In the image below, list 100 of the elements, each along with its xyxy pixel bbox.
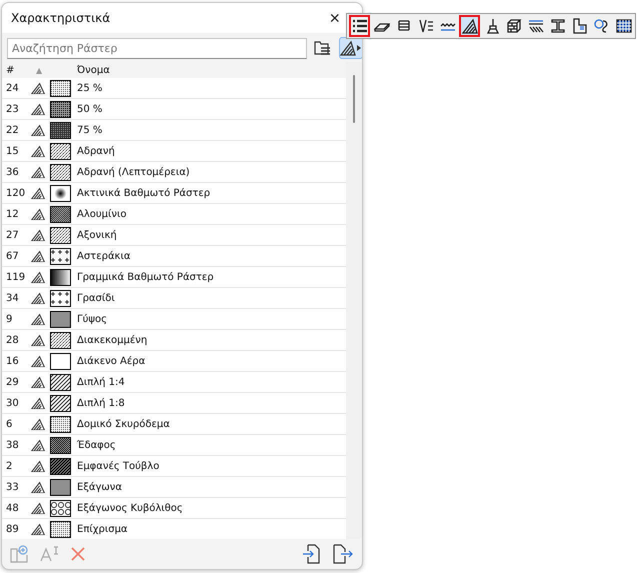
- name-cell-text: 75 %: [76, 124, 104, 136]
- hatch-icon: [30, 166, 46, 178]
- number-cell-text: 28: [5, 334, 20, 346]
- name-cell-text: Αδρανή: [76, 146, 116, 156]
- name-cell-text: Διπλή 1:8: [76, 398, 126, 408]
- table-row[interactable]: 22 75 %: [2, 120, 346, 141]
- hatch-icon: [30, 250, 46, 262]
- table-row[interactable]: 120 Ακτινικά Βαθμωτό Ράστερ: [2, 183, 346, 204]
- number-cell-text: 9: [5, 314, 14, 324]
- hatch-icon: [462, 18, 478, 34]
- hatch-icon: [30, 396, 46, 410]
- search-field[interactable]: Αναζήτηση Ράστερ: [7, 38, 307, 58]
- profile-icon: [572, 18, 588, 34]
- table-row[interactable]: 6 Δομικό Σκυρόδεμα: [2, 414, 346, 435]
- hatch-menu-button[interactable]: [339, 37, 362, 59]
- hatch-icon: [30, 102, 46, 116]
- table-row[interactable]: 9 Γύψος: [2, 309, 346, 330]
- panel-title: Χαρακτηριστικά: [11, 11, 110, 25]
- stripes-icon: [528, 18, 544, 34]
- name-cell-text: Διάκενο Αέρα: [76, 356, 146, 366]
- name-cell-text: Διπλή 1:4: [76, 376, 126, 388]
- toolbar-button[interactable]: [459, 15, 480, 37]
- number-cell-text: 12: [5, 208, 20, 220]
- table-row[interactable]: 12 Αλουμίνιο: [2, 204, 346, 225]
- number-cell-text: 89: [5, 524, 20, 534]
- table-row[interactable]: 48 Εξάγωνος Κυβόλιθος: [2, 498, 346, 519]
- table-row[interactable]: 28 Διακεκομμένη: [2, 330, 346, 351]
- close-button[interactable]: ×: [329, 9, 340, 27]
- name-cell-text: Εξάγωνα: [76, 482, 123, 492]
- table-row[interactable]: 119 Γραμμικά Βαθμωτό Ράστερ: [2, 267, 346, 288]
- table-row[interactable]: 23 50 %: [2, 99, 346, 120]
- number-cell-text: 36: [5, 166, 20, 178]
- hatch-icon: [30, 208, 46, 220]
- number-cell-text: 22: [5, 124, 20, 136]
- import-button[interactable]: [302, 544, 322, 564]
- table-row[interactable]: 36 Αδρανή (Λεπτομέρεια): [2, 162, 346, 183]
- hatch-icon: [30, 124, 46, 136]
- scroll-thumb[interactable]: [353, 75, 355, 123]
- hatch-icon: [30, 480, 46, 494]
- hatch-icon: [30, 438, 46, 452]
- number-cell-text: 29: [5, 376, 20, 388]
- brick-icon: [506, 18, 522, 34]
- table-row[interactable]: 2 Εμφανές Τούβλο: [2, 456, 346, 477]
- table-row[interactable]: 16 Διάκενο Αέρα: [2, 351, 346, 372]
- name-cell-text: 25 %: [76, 82, 104, 94]
- number-cell-text: 24: [5, 82, 20, 94]
- name-cell-text: Αδρανή (Λεπτομέρεια): [76, 166, 191, 178]
- name-cell-text: 50 %: [76, 104, 104, 114]
- name-cell-text: Γραμμικά Βαθμωτό Ράστερ: [76, 272, 215, 282]
- grid-icon: [616, 18, 632, 34]
- export-button[interactable]: [332, 544, 354, 564]
- number-cell-text: 27: [5, 230, 20, 240]
- name-cell-text: Αξονική: [76, 230, 118, 240]
- hatch-icon: [30, 144, 46, 158]
- column-header[interactable]: Όνομα: [74, 64, 346, 76]
- table-row[interactable]: 38 Έδαφος: [2, 435, 346, 456]
- number-cell-text: 15: [5, 146, 20, 156]
- name-cell-text: Διακεκομμένη: [76, 334, 148, 346]
- name-cell-text: Γύψος: [76, 314, 108, 324]
- table-row[interactable]: 30 Διπλή 1:8: [2, 393, 346, 414]
- list-icon: [352, 18, 368, 34]
- swirl-icon: [594, 18, 610, 34]
- toolbar-button[interactable]: [349, 15, 370, 37]
- number-cell-text: 67: [5, 250, 20, 262]
- table-row[interactable]: 24 25 %: [2, 78, 346, 99]
- number-cell-text: 38: [5, 440, 20, 450]
- number-cell-text: 23: [5, 104, 20, 114]
- hatch-icon: [30, 354, 46, 368]
- table-row[interactable]: 89 Επίχρισμα: [2, 519, 346, 539]
- hatch-icon: [30, 522, 46, 536]
- name-cell-text: Γρασίδι: [76, 292, 116, 304]
- table-row[interactable]: 15 Αδρανή: [2, 141, 346, 162]
- number-cell-text: 33: [5, 482, 20, 492]
- number-cell-text: 48: [5, 502, 20, 514]
- pen-lines-icon: [418, 18, 434, 34]
- name-cell-text: Δομικό Σκυρόδεμα: [76, 418, 171, 430]
- number-cell-text: 6: [5, 418, 14, 430]
- number-cell-text: 16: [5, 356, 20, 366]
- hatch-icon: [30, 82, 46, 94]
- name-cell-text: Έδαφος: [76, 440, 117, 450]
- table-row[interactable]: 27 Αξονική: [2, 225, 346, 246]
- column-header[interactable]: #: [2, 64, 30, 76]
- name-cell-text: Εξάγωνος Κυβόλιθος: [76, 502, 184, 514]
- number-cell-text: 30: [5, 398, 20, 408]
- table-row[interactable]: 33 Εξάγωνα: [2, 477, 346, 498]
- i-beam-icon: [550, 18, 566, 34]
- hatch-icon: [30, 312, 46, 326]
- number-cell-text: 120: [5, 188, 26, 198]
- table-row[interactable]: 67 Αστεράκια: [2, 246, 346, 267]
- hatch-icon: [30, 292, 46, 304]
- number-cell-text: 2: [5, 460, 14, 472]
- table-row[interactable]: 34 Γρασίδι: [2, 288, 346, 309]
- number-cell-text: 34: [5, 292, 20, 304]
- table-row[interactable]: 29 Διπλή 1:4: [2, 372, 346, 393]
- name-cell-text: Εμφανές Τούβλο: [76, 460, 160, 472]
- hatch-icon: [30, 502, 46, 514]
- name-cell-text: Αλουμίνιο: [76, 208, 128, 220]
- hatch-icon: [30, 460, 46, 472]
- hatch-icon: [30, 186, 46, 200]
- number-cell-text: 119: [5, 272, 26, 282]
